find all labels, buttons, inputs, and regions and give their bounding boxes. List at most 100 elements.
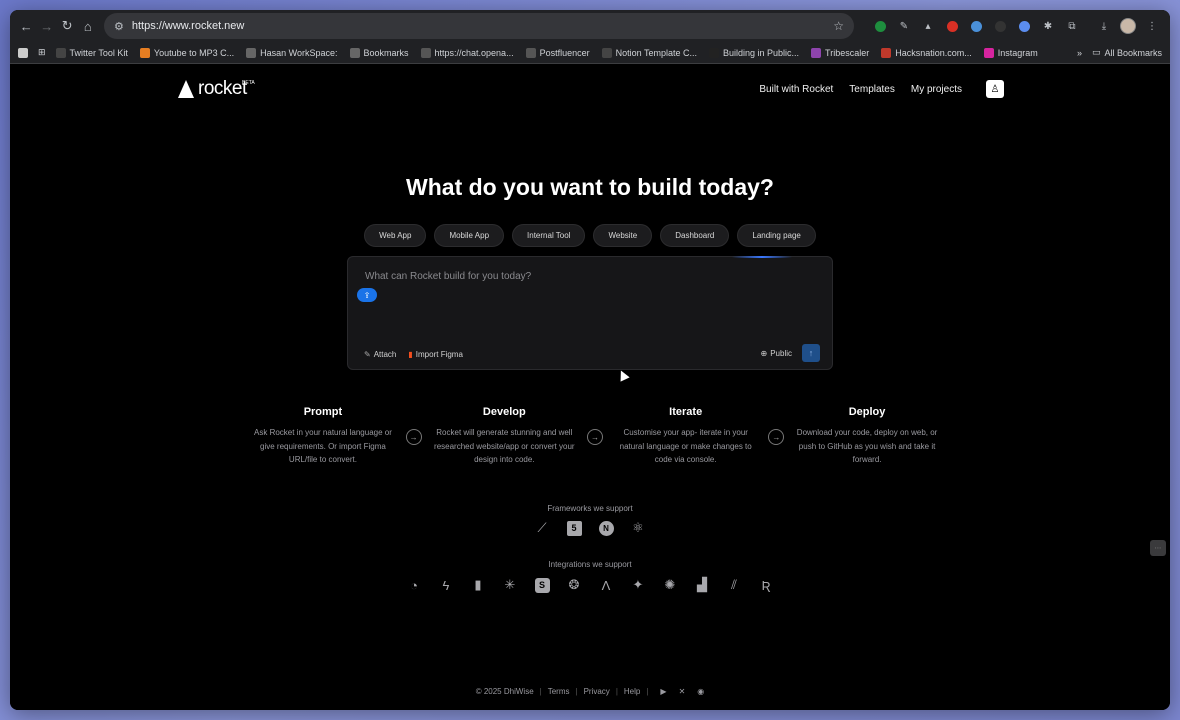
discord-icon[interactable]: ◉ xyxy=(697,687,704,696)
bookmark-label: Hacksnation.com... xyxy=(895,47,972,58)
url-text[interactable]: https://www.rocket.new xyxy=(132,20,825,32)
address-bar[interactable]: ⚙ https://www.rocket.new ☆ xyxy=(104,13,854,39)
bookmark-item[interactable]: Hasan WorkSpace: xyxy=(246,47,338,58)
extension-pen-icon[interactable]: ✎ xyxy=(894,16,914,36)
download-icon[interactable]: ⤓ xyxy=(1094,16,1114,36)
integrations-label: Integrations we support xyxy=(548,560,632,569)
paperclip-icon: ✎ xyxy=(364,350,371,359)
anthropic-icon: Λ xyxy=(601,577,611,593)
extension-dark-icon[interactable]: ▴ xyxy=(918,16,938,36)
react-icon: ⚛ xyxy=(632,520,644,535)
beta-badge: BETA xyxy=(242,80,255,86)
visibility-toggle[interactable]: ⊕ Public xyxy=(761,349,793,358)
chip-landing-page[interactable]: Landing page xyxy=(737,224,816,247)
gemini-icon: ✦ xyxy=(632,577,644,592)
step-arrow: → xyxy=(759,406,794,445)
cursor-icon: ⫽ xyxy=(731,577,737,592)
apps-grid-icon[interactable]: ⊞ xyxy=(38,47,46,58)
bookmark-item[interactable]: Tribescaler xyxy=(811,47,869,58)
figma-icon: ▮ xyxy=(408,350,413,359)
profile-avatar[interactable] xyxy=(1118,16,1138,36)
prompt-right-actions: ⊕ Public ↑ xyxy=(761,344,820,362)
step-title: Develop xyxy=(482,406,526,418)
browser-menu-icon[interactable]: ⋮ xyxy=(1142,16,1162,36)
back-icon[interactable]: ← xyxy=(18,14,35,38)
bookmark-item[interactable]: Postfluencer xyxy=(525,47,590,58)
bookmark-item[interactable]: Youtube to MP3 C... xyxy=(139,47,234,58)
bookmark-label: Postfluencer xyxy=(539,47,590,58)
send-button[interactable]: ↑ xyxy=(802,344,820,362)
prompt-input[interactable] xyxy=(365,271,805,282)
chip-website[interactable]: Website xyxy=(593,224,653,247)
bookmark-item[interactable]: Notion Template C... xyxy=(601,47,697,58)
extension-puzzle-icon[interactable]: ✱ xyxy=(1038,16,1058,36)
extension-blue-icon[interactable] xyxy=(966,16,986,36)
import-figma-label: Import Figma xyxy=(415,350,463,359)
bookmark-label: Hasan WorkSpace: xyxy=(260,47,338,58)
extensions-menu-icon[interactable]: ⧉ xyxy=(1062,16,1082,36)
nav-templates[interactable]: Templates xyxy=(849,84,895,95)
rocket-logo-icon xyxy=(178,80,194,98)
youtube-icon[interactable]: ▶ xyxy=(660,687,666,696)
site-info-icon[interactable]: ⚙ xyxy=(114,20,124,33)
bookmarks-bar: ⊞ Twitter Tool Kit Youtube to MP3 C... Has… xyxy=(10,42,1170,64)
nav-built-with-rocket[interactable]: Built with Rocket xyxy=(759,84,833,95)
bookmark-favicon-icon xyxy=(811,47,822,58)
browser-window: ← → ↻ ⌂ ⚙ https://www.rocket.new ☆ ✎ ▴ ✱… xyxy=(10,10,1170,710)
chip-dashboard[interactable]: Dashboard xyxy=(660,224,730,247)
step-deploy: Deploy Download your code, deploy on web… xyxy=(794,406,940,467)
footer-link-help[interactable]: Help xyxy=(624,687,640,696)
home-icon[interactable]: ⌂ xyxy=(80,14,97,38)
bookmark-item[interactable]: Hacksnation.com... xyxy=(881,47,972,58)
step-title: Deploy xyxy=(848,406,886,418)
rocket-logo[interactable]: rocket BETA xyxy=(178,79,255,98)
footer-separator: | xyxy=(575,687,578,696)
chip-internal-tool[interactable]: Internal Tool xyxy=(512,224,586,247)
nav-my-projects[interactable]: My projects xyxy=(911,84,962,95)
x-twitter-icon[interactable]: ✕ xyxy=(679,687,686,696)
bookmark-label: Twitter Tool Kit xyxy=(69,47,128,58)
bookmark-favicon-icon xyxy=(708,47,719,58)
nextjs-icon: N xyxy=(597,519,615,537)
bookmark-label: Building in Public... xyxy=(722,47,800,58)
prompt-actions: ✎ Attach ▮ Import Figma xyxy=(364,350,463,359)
analytics-icon: ▟ xyxy=(697,577,707,592)
extension-red-icon[interactable] xyxy=(942,16,962,36)
bookmark-star-icon[interactable]: ☆ xyxy=(833,19,844,33)
footer-link-terms[interactable]: Terms xyxy=(548,687,570,696)
chip-mobile-app[interactable]: Mobile App xyxy=(434,224,505,247)
bookmark-list: Twitter Tool Kit Youtube to MP3 C... Hasan… xyxy=(55,47,1038,58)
side-widget-icon[interactable]: ⋯ xyxy=(1150,540,1166,556)
footer-separator: | xyxy=(539,687,542,696)
extension-green-icon[interactable] xyxy=(870,16,890,36)
step-arrow: → xyxy=(396,406,431,445)
bookmark-item[interactable]: Building in Public... xyxy=(708,47,800,58)
globe-icon: ⊕ xyxy=(760,348,768,358)
forward-icon[interactable]: → xyxy=(39,14,56,38)
user-icon: ♙ xyxy=(990,83,1000,95)
bookmark-item[interactable]: Bookmarks xyxy=(349,47,409,58)
bookmark-item[interactable]: Twitter Tool Kit xyxy=(55,47,128,58)
attach-button[interactable]: ✎ Attach xyxy=(364,350,396,359)
footer-link-privacy[interactable]: Privacy xyxy=(584,687,610,696)
frameworks-label: Frameworks we support xyxy=(547,504,633,513)
frameworks-icons: ⟋ 5 N ⚛ xyxy=(10,519,1170,537)
extension-circle-icon[interactable] xyxy=(1014,16,1034,36)
browser-toolbar: ← → ↻ ⌂ ⚙ https://www.rocket.new ☆ ✎ ▴ ✱… xyxy=(10,10,1170,42)
all-bookmarks-folder[interactable]: ▭ All Bookmarks xyxy=(1092,47,1162,58)
bookmark-favicon-icon xyxy=(349,47,360,58)
more-bookmarks-icon[interactable]: » xyxy=(1077,48,1082,58)
extension-gray-icon[interactable] xyxy=(990,16,1010,36)
sidebar-toggle-icon[interactable] xyxy=(18,47,28,58)
footer-separator: | xyxy=(646,687,649,696)
chip-web-app[interactable]: Web App xyxy=(364,224,427,247)
footer: © 2025 DhiWise | Terms | Privacy | Help … xyxy=(10,687,1170,696)
user-account-button[interactable]: ♙ xyxy=(986,80,1004,98)
page-content: rocket BETA Built with Rocket Templates … xyxy=(10,64,1170,710)
bookmark-item[interactable]: Instagram xyxy=(983,47,1038,58)
reload-icon[interactable]: ↻ xyxy=(59,14,76,38)
import-figma-button[interactable]: ▮ Import Figma xyxy=(408,350,463,359)
bookmark-item[interactable]: https://chat.opena... xyxy=(420,47,514,58)
enhance-prompt-icon[interactable]: ⇪ xyxy=(357,288,377,302)
step-arrow: → xyxy=(577,406,612,445)
